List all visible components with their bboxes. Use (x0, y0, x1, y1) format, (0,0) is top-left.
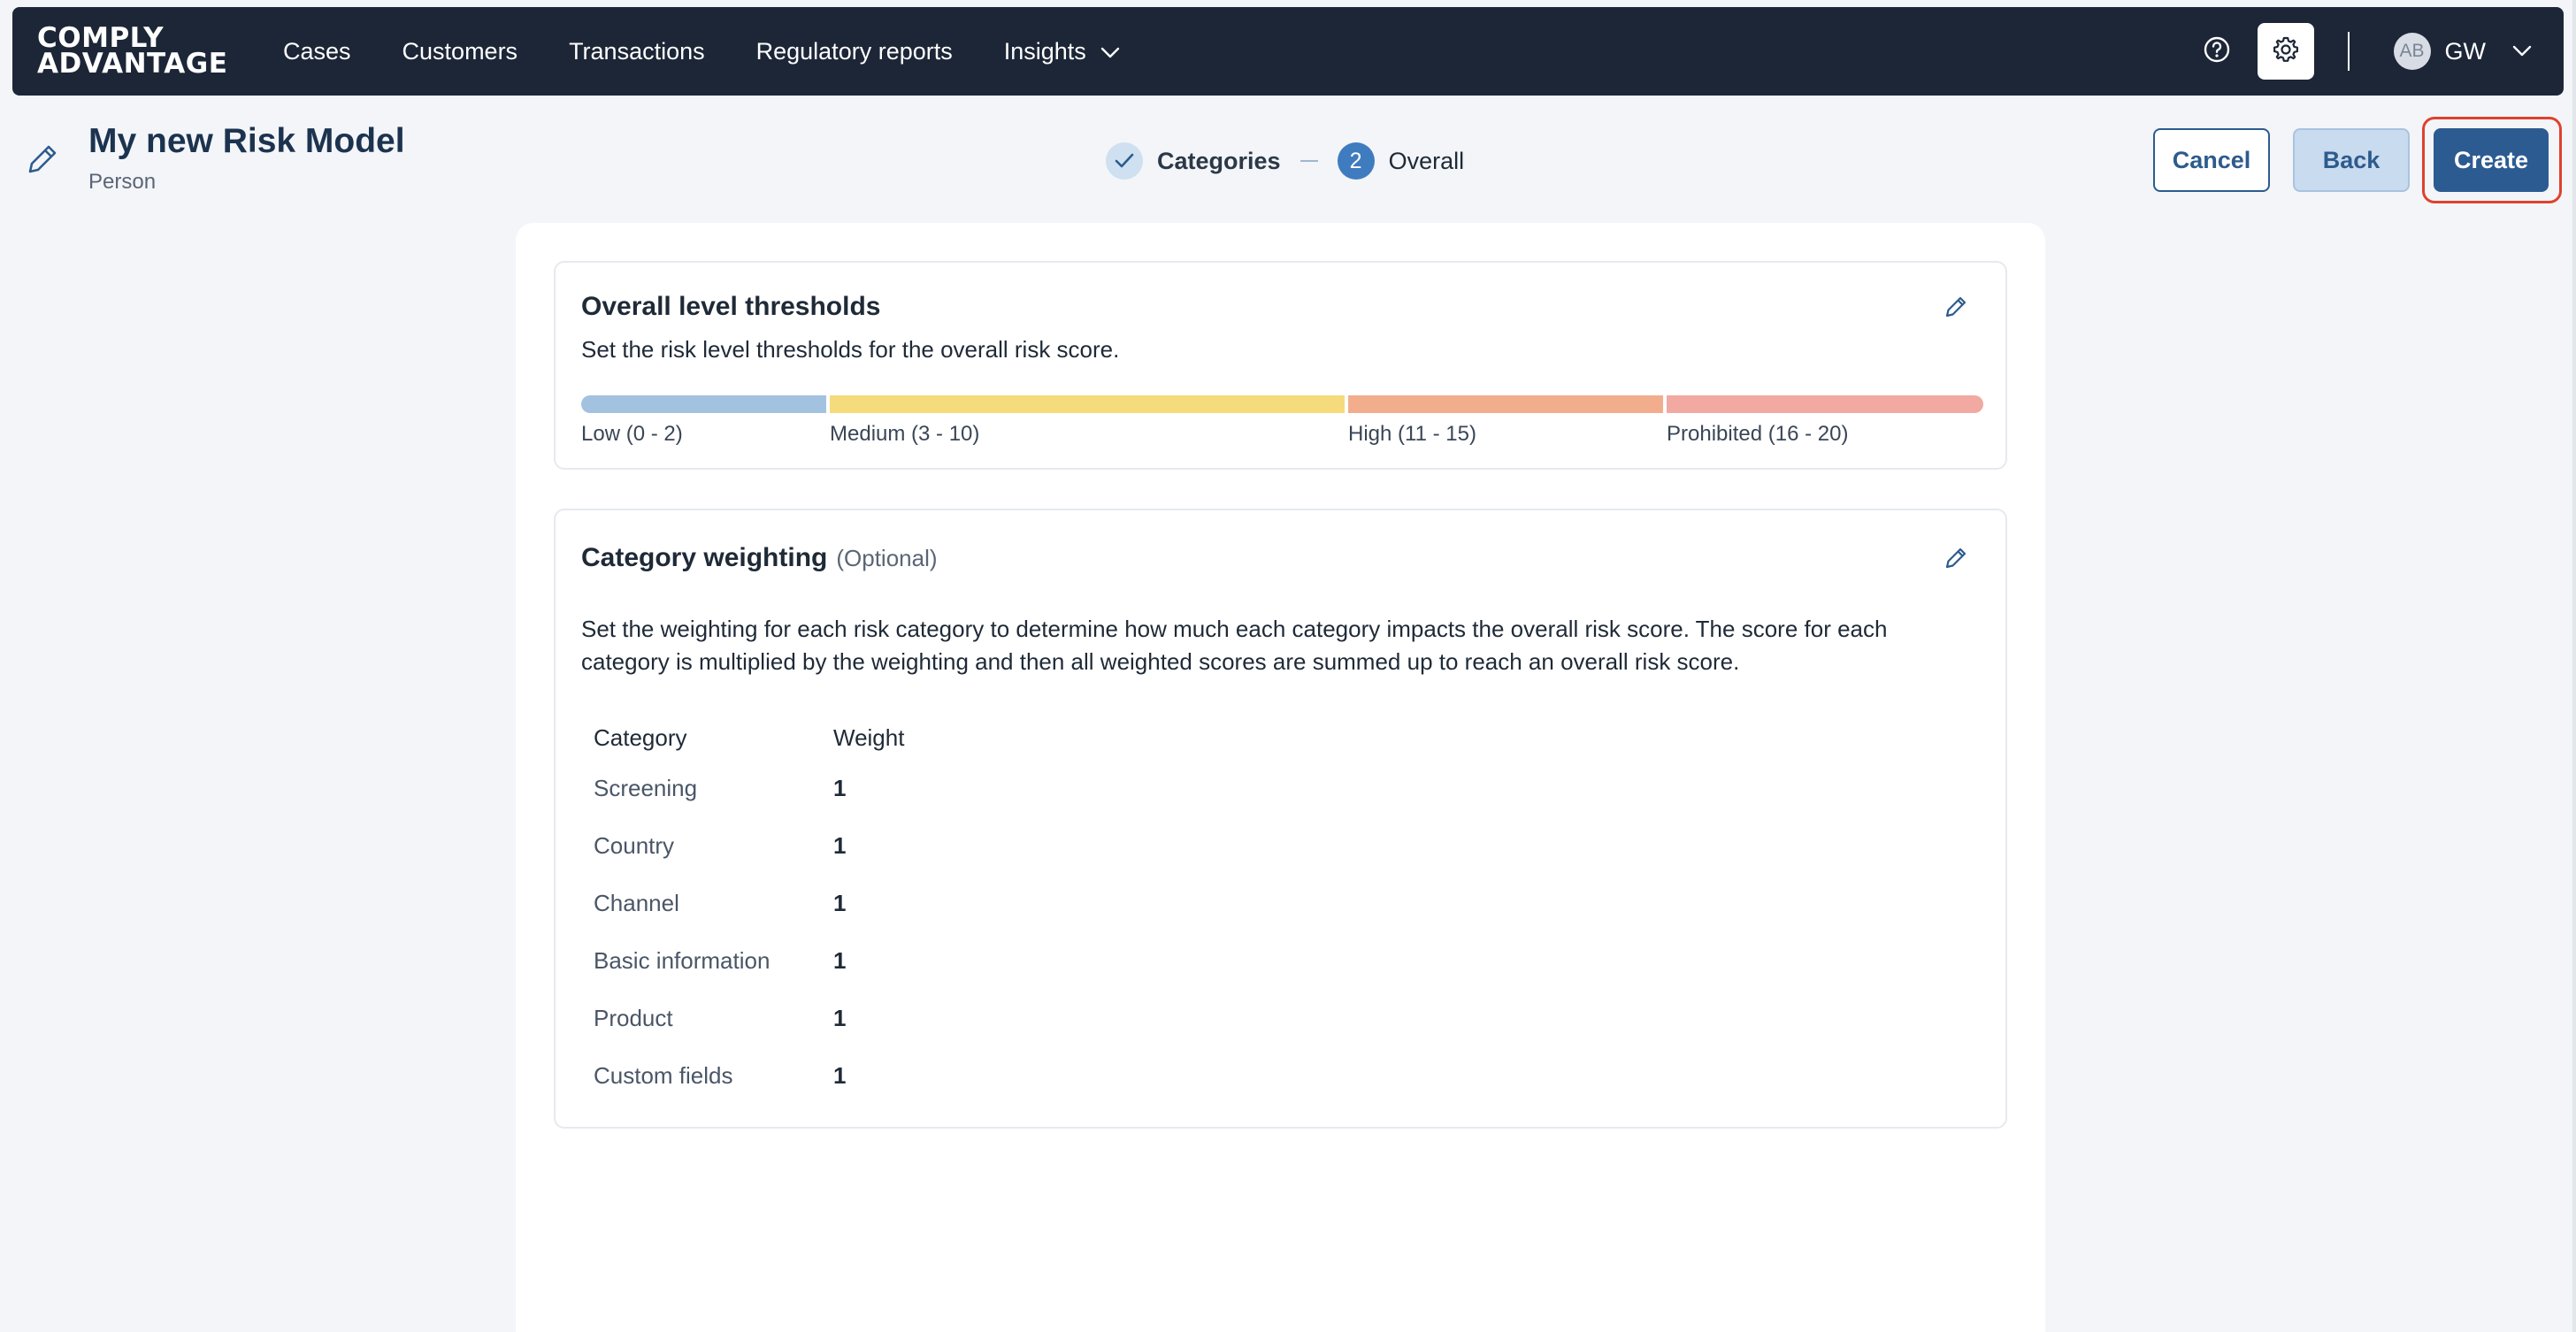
table-row: Custom fields 1 (594, 1047, 904, 1105)
category-weighting-card: Category weighting (Optional) Set the wei… (554, 509, 2007, 1129)
row-weight: 1 (833, 1062, 847, 1089)
threshold-segment-medium (830, 395, 1345, 413)
row-category: Product (594, 1005, 673, 1031)
help-icon (2203, 35, 2231, 68)
step-connector (1300, 160, 1318, 162)
row-weight: 1 (833, 1005, 847, 1031)
nav-divider (2347, 32, 2350, 71)
threshold-bar (581, 395, 1983, 413)
threshold-label-prohibited: Prohibited (16 - 20) (1667, 422, 1849, 446)
nav-item-label: Customers (402, 37, 518, 65)
settings-button[interactable] (2257, 23, 2314, 80)
cancel-button[interactable]: Cancel (2153, 128, 2270, 192)
row-weight: 1 (833, 832, 847, 859)
threshold-segment-prohibited (1667, 395, 1983, 413)
edit-weighting-pencil-icon[interactable] (1944, 546, 1968, 575)
table-row: Screening 1 (594, 760, 904, 817)
optional-tag: (Optional) (836, 545, 938, 571)
avatar[interactable]: AB (2393, 33, 2431, 70)
help-button[interactable] (2189, 23, 2245, 80)
table-row: Basic information 1 (594, 932, 904, 990)
chevron-down-icon (1100, 38, 1120, 65)
table-row: Channel 1 (594, 875, 904, 932)
weighting-description: Set the weighting for each risk category… (581, 613, 1887, 678)
nav-right-group: AB GW (2189, 7, 2564, 96)
threshold-label-low: Low (0 - 2) (581, 422, 683, 446)
row-category: Country (594, 832, 675, 859)
stepper: Categories 2 Overall (1106, 142, 1464, 180)
overall-thresholds-card: Overall level thresholds Set the risk le… (554, 261, 2007, 470)
create-button[interactable]: Create (2434, 128, 2549, 192)
row-weight: 1 (833, 890, 847, 916)
weighting-title: Category weighting (Optional) (581, 543, 938, 573)
threshold-segment-low (581, 395, 826, 413)
weighting-title-text: Category weighting (581, 543, 828, 572)
table-row: Country 1 (594, 817, 904, 875)
thresholds-title: Overall level thresholds (581, 292, 881, 321)
top-navigation-bar: COMPLY ADVANTAGE Cases Customers Transac… (12, 7, 2564, 96)
nav-item-regulatory-reports[interactable]: Regulatory reports (756, 38, 953, 65)
nav-item-label: Cases (283, 37, 351, 65)
row-weight: 1 (833, 775, 847, 801)
nav-item-transactions[interactable]: Transactions (569, 38, 705, 65)
thresholds-description: Set the risk level thresholds for the ov… (581, 336, 1120, 363)
weighting-description-line-1: Set the weighting for each risk category… (581, 616, 1888, 642)
step-label-overall: Overall (1388, 147, 1465, 174)
step-label-categories[interactable]: Categories (1157, 148, 1281, 175)
step-completed-check-icon (1106, 142, 1143, 180)
edit-title-pencil-icon[interactable] (25, 142, 60, 181)
threshold-segment-high (1348, 395, 1663, 413)
threshold-label-high: High (11 - 15) (1348, 422, 1476, 446)
comply-advantage-logo[interactable]: COMPLY ADVANTAGE (37, 25, 241, 80)
weighting-description-line-2: category is multiplied by the weighting … (581, 648, 1740, 675)
page-subtitle: Person (88, 170, 157, 194)
user-initials[interactable]: GW (2445, 38, 2487, 65)
threshold-label-medium: Medium (3 - 10) (830, 422, 980, 446)
column-header-weight: Weight (833, 723, 905, 751)
column-header-category: Category (594, 723, 687, 751)
logo-line-2: ADVANTAGE (37, 48, 228, 80)
gear-icon (2272, 35, 2300, 68)
page-scrollbar[interactable] (2572, 0, 2576, 1332)
back-button[interactable]: Back (2293, 128, 2410, 192)
row-category: Basic information (594, 947, 770, 974)
row-weight: 1 (833, 947, 847, 974)
nav-item-insights[interactable]: Insights (1004, 38, 1120, 65)
main-nav: Cases Customers Transactions Regulatory … (283, 38, 1171, 65)
step-number-badge: 2 (1337, 142, 1375, 180)
nav-item-cases[interactable]: Cases (283, 38, 351, 65)
nav-item-label: Transactions (569, 37, 705, 65)
nav-item-label: Regulatory reports (755, 37, 953, 65)
row-category: Channel (594, 890, 679, 916)
edit-thresholds-pencil-icon[interactable] (1944, 295, 1968, 324)
user-menu-chevron-down-icon[interactable] (2512, 45, 2532, 57)
table-row: Product 1 (594, 990, 904, 1047)
page-title: My new Risk Model (88, 122, 405, 160)
main-panel: Overall level thresholds Set the risk le… (516, 223, 2045, 1332)
row-category: Screening (594, 775, 698, 801)
nav-item-customers[interactable]: Customers (402, 38, 518, 65)
row-category: Custom fields (594, 1062, 733, 1089)
nav-item-label: Insights (1003, 37, 1086, 65)
weight-table: Category Weight Screening 1 Country 1 Ch… (594, 716, 904, 1105)
weight-table-header: Category Weight (594, 716, 904, 760)
